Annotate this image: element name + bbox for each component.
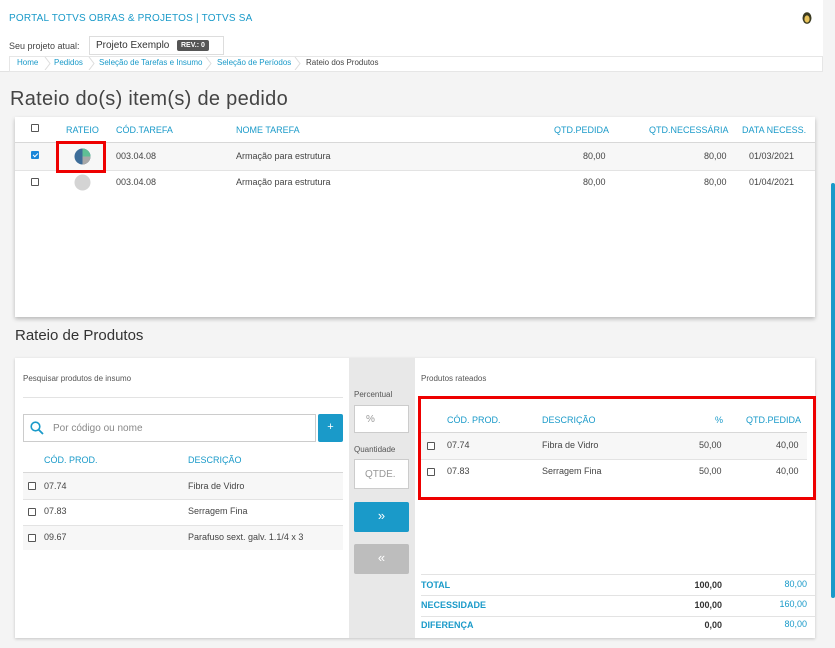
percent-input[interactable]: % [354, 405, 409, 433]
col-header-rateio[interactable]: RATEIO [66, 125, 99, 135]
col-header-nome-tarefa[interactable]: NOME TAREFA [236, 125, 300, 135]
search-icon [30, 421, 44, 435]
breadcrumb-rateio-produtos: Rateio dos Produtos [306, 58, 379, 67]
item-code: 07.74 [44, 481, 67, 491]
item-desc: Parafuso sext. galv. 1.1/4 x 3 [188, 532, 304, 542]
col-header-cod-tarefa[interactable]: CÓD.TAREFA [116, 125, 173, 135]
item-desc: Fibra de Vidro [188, 481, 245, 491]
move-left-button[interactable]: « [354, 544, 409, 574]
quantity-input[interactable]: QTDE. [354, 459, 409, 489]
highlight-rated-products [418, 396, 816, 500]
breadcrumb-separator-icon [88, 57, 95, 70]
row-nome-tarefa: Armação para estrutura [236, 151, 331, 161]
breadcrumb-separator-icon [205, 57, 212, 70]
project-label: Seu projeto atual: [9, 41, 80, 51]
list-item[interactable]: 07.83 Serragem Fina [23, 500, 343, 525]
breadcrumb-separator-icon [44, 57, 51, 70]
search-section-label: Pesquisar produtos de insumo [23, 374, 132, 383]
highlight-rateio-icon [56, 141, 106, 173]
table-row[interactable]: 003.04.08 Armação para estrutura 80,00 8… [15, 171, 815, 195]
row-data-necess: 01/03/2021 [749, 151, 795, 161]
col-header-data-necess[interactable]: DATA NECESS. [742, 125, 806, 135]
pie-chart-icon[interactable] [74, 174, 91, 191]
item-code: 07.83 [44, 506, 67, 516]
table-row[interactable]: 003.04.08 Armação para estrutura 80,00 8… [15, 143, 815, 170]
necessidade-value: 100,00 [694, 600, 722, 610]
rated-section-label: Produtos rateados [421, 374, 487, 383]
breadcrumb-separator-icon [294, 57, 301, 70]
transfer-controls [349, 358, 415, 638]
breadcrumb-selecao-tarefas[interactable]: Seleção de Tarefas e Insumo [99, 58, 202, 67]
search-placeholder: Por código ou nome [53, 423, 143, 434]
item-checkbox[interactable] [28, 508, 36, 516]
total-label: TOTAL [421, 580, 451, 590]
page-scrollbar[interactable] [831, 183, 835, 598]
divider [421, 595, 815, 596]
search-col-header-cod[interactable]: CÓD. PROD. [44, 455, 98, 465]
items-table: RATEIO CÓD.TAREFA NOME TAREFA QTD.PEDIDA… [15, 117, 815, 317]
item-code: 09.67 [44, 532, 67, 542]
divider [421, 616, 815, 617]
item-desc: Serragem Fina [188, 506, 248, 516]
breadcrumb-selecao-periodos[interactable]: Seleção de Períodos [217, 58, 291, 67]
item-checkbox[interactable] [28, 482, 36, 490]
page-title: Rateio do(s) item(s) de pedido [10, 88, 289, 110]
project-name: Projeto Exemplo [96, 40, 170, 51]
row-qtd-necessaria: 80,00 [704, 151, 727, 161]
row-data-necess: 01/04/2021 [749, 177, 795, 187]
col-header-qtd-pedida[interactable]: QTD.PEDIDA [554, 125, 609, 135]
add-product-button[interactable]: + [318, 414, 343, 442]
item-checkbox[interactable] [28, 534, 36, 542]
row-qtd-pedida: 80,00 [583, 177, 606, 187]
total-value: 100,00 [694, 580, 722, 590]
user-avatar-icon[interactable] [802, 11, 812, 24]
select-all-checkbox[interactable] [31, 124, 39, 132]
row-checkbox[interactable] [31, 178, 39, 186]
section-title: Rateio de Produtos [15, 327, 144, 344]
diferenca-value-qtd: 80,00 [784, 619, 807, 629]
row-qtd-pedida: 80,00 [583, 151, 606, 161]
list-item[interactable]: 09.67 Parafuso sext. galv. 1.1/4 x 3 [23, 526, 343, 550]
breadcrumb-pedidos[interactable]: Pedidos [54, 58, 83, 67]
necessidade-value-qtd: 160,00 [779, 599, 807, 609]
divider [23, 397, 343, 398]
revision-badge: REV.: 0 [177, 40, 209, 51]
row-checkbox[interactable] [31, 151, 39, 159]
divider [421, 574, 815, 575]
row-nome-tarefa: Armação para estrutura [236, 177, 331, 187]
percent-label: Percentual [354, 390, 393, 399]
search-col-header-desc[interactable]: DESCRIÇÃO [188, 455, 242, 465]
list-item[interactable]: 07.74 Fibra de Vidro [23, 473, 343, 499]
breadcrumb-home[interactable]: Home [17, 58, 38, 67]
diferenca-value: 0,00 [704, 620, 722, 630]
necessidade-label: NECESSIDADE [421, 600, 487, 610]
breadcrumb: Home Pedidos Seleção de Tarefas e Insumo… [9, 56, 823, 72]
quantity-label: Quantidade [354, 445, 396, 454]
col-header-qtd-necessaria[interactable]: QTD.NECESSÁRIA [649, 125, 729, 135]
row-qtd-necessaria: 80,00 [704, 177, 727, 187]
diferenca-label: DIFERENÇA [421, 620, 474, 630]
portal-title[interactable]: PORTAL TOTVS OBRAS & PROJETOS | TOTVS SA [9, 13, 252, 24]
row-cod-tarefa: 003.04.08 [116, 151, 157, 161]
total-value-qtd: 80,00 [784, 579, 807, 589]
row-cod-tarefa: 003.04.08 [116, 177, 157, 187]
move-right-button[interactable]: » [354, 502, 409, 532]
